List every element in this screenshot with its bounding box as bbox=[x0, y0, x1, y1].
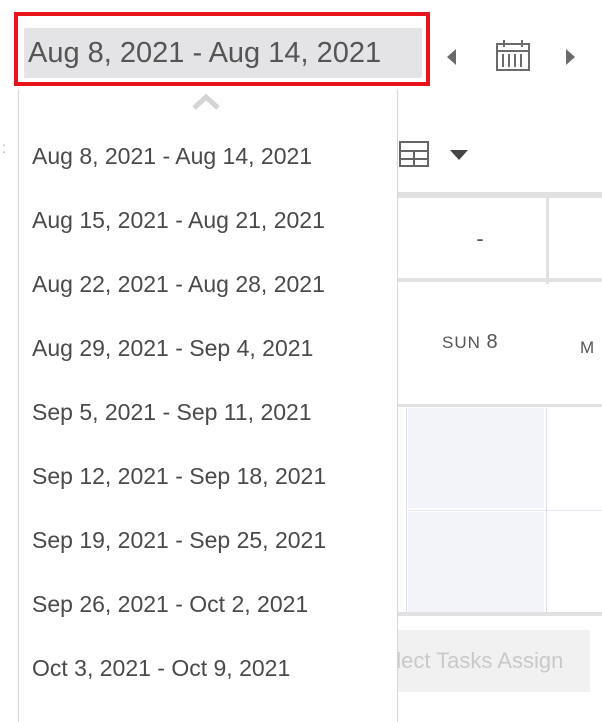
date-range-option[interactable]: Sep 19, 2021 - Sep 25, 2021 bbox=[19, 508, 397, 572]
assign-tasks-label: elect Tasks Assign bbox=[384, 648, 564, 673]
date-range-options: Aug 8, 2021 - Aug 14, 2021 Aug 15, 2021 … bbox=[19, 124, 397, 700]
caret-down-icon[interactable] bbox=[449, 146, 469, 164]
grid-header-border bbox=[398, 278, 602, 282]
day-number: 8 bbox=[486, 331, 498, 353]
grid-col-line bbox=[546, 408, 547, 614]
chevron-up-icon bbox=[192, 93, 220, 110]
date-range-option[interactable]: Sep 12, 2021 - Sep 18, 2021 bbox=[19, 444, 397, 508]
day-name: SUN bbox=[442, 333, 481, 352]
time-cell[interactable] bbox=[408, 512, 544, 612]
highlight-box bbox=[14, 12, 430, 86]
grid-top-border bbox=[398, 192, 602, 198]
week-total-header: - bbox=[476, 226, 484, 251]
chevron-left-icon[interactable] bbox=[444, 46, 460, 68]
day-header-next: M bbox=[580, 338, 595, 357]
time-cell[interactable] bbox=[408, 408, 544, 508]
date-range-option[interactable]: Aug 8, 2021 - Aug 14, 2021 bbox=[19, 124, 397, 188]
calendar-icon[interactable] bbox=[494, 38, 532, 72]
grid-column-divider bbox=[546, 192, 549, 284]
date-range-option[interactable]: Sep 5, 2021 - Sep 11, 2021 bbox=[19, 380, 397, 444]
grid-row-line bbox=[408, 510, 602, 511]
grid-row-border bbox=[398, 404, 602, 407]
date-range-option[interactable]: Aug 29, 2021 - Sep 4, 2021 bbox=[19, 316, 397, 380]
day-header-sun: SUN 8 bbox=[442, 331, 498, 354]
date-range-option[interactable]: Sep 26, 2021 - Oct 2, 2021 bbox=[19, 572, 397, 636]
date-range-dropdown: Aug 8, 2021 - Aug 14, 2021 Aug 15, 2021 … bbox=[18, 90, 398, 722]
date-range-option[interactable]: Aug 15, 2021 - Aug 21, 2021 bbox=[19, 188, 397, 252]
grid-view-icon[interactable] bbox=[398, 138, 430, 170]
chevron-right-icon[interactable] bbox=[562, 46, 578, 68]
date-range-option[interactable]: Aug 22, 2021 - Aug 28, 2021 bbox=[19, 252, 397, 316]
date-range-option[interactable]: Oct 3, 2021 - Oct 9, 2021 bbox=[19, 636, 397, 700]
grid-col-line bbox=[406, 408, 407, 614]
left-stub: : bbox=[2, 140, 7, 157]
grid-bottom-border bbox=[398, 612, 602, 616]
